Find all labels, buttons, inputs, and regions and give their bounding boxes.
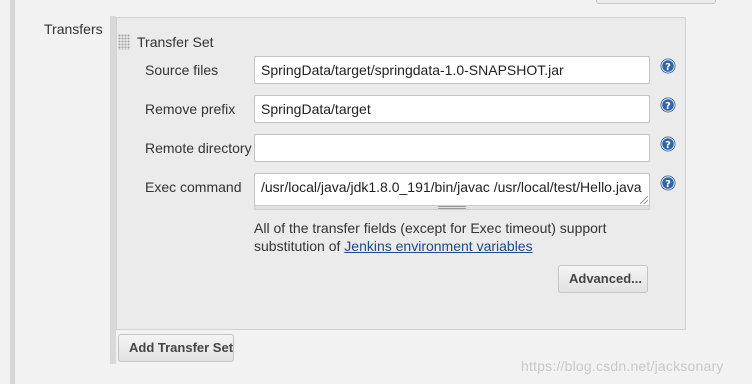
- svg-text:?: ?: [665, 101, 671, 112]
- transfer-fields-help-text: All of the transfer fields (except for E…: [254, 219, 624, 255]
- watermark-text: https://blog.csdn.net/jacksonary: [521, 358, 724, 374]
- transfers-section-label: Transfers: [44, 21, 103, 37]
- jenkins-env-vars-link[interactable]: Jenkins environment variables: [344, 238, 532, 254]
- left-edge-bar: [10, 0, 15, 384]
- previous-section-button-edge[interactable]: [596, 0, 716, 4]
- expand-grip-icon: [438, 206, 466, 209]
- transfer-set-title: Transfer Set: [137, 34, 214, 50]
- exec-command-label: Exec command: [145, 179, 242, 195]
- help-text-line2: substitution of Jenkins environment vari…: [254, 237, 624, 255]
- remote-directory-input[interactable]: [254, 134, 650, 162]
- help-icon[interactable]: ?: [660, 58, 676, 74]
- remove-prefix-value: SpringData/target: [261, 101, 371, 117]
- svg-text:?: ?: [665, 62, 671, 73]
- remove-prefix-input[interactable]: SpringData/target: [254, 95, 650, 123]
- drag-handle-icon[interactable]: [118, 34, 130, 50]
- help-icon[interactable]: ?: [660, 175, 676, 191]
- textarea-resize-corner[interactable]: [640, 196, 648, 204]
- add-transfer-set-button[interactable]: Add Transfer Set: [118, 334, 234, 362]
- svg-text:?: ?: [665, 140, 671, 151]
- exec-command-value: /usr/local/java/jdk1.8.0_191/bin/javac /…: [261, 179, 642, 195]
- help-text-prefix: substitution of: [254, 238, 345, 254]
- remove-prefix-label: Remove prefix: [145, 101, 236, 117]
- advanced-button[interactable]: Advanced...: [558, 265, 648, 293]
- source-files-value: SpringData/target/springdata-1.0-SNAPSHO…: [261, 62, 564, 78]
- exec-command-textarea[interactable]: /usr/local/java/jdk1.8.0_191/bin/javac /…: [254, 173, 650, 206]
- help-text-line1: All of the transfer fields (except for E…: [254, 220, 607, 236]
- help-icon[interactable]: ?: [660, 97, 676, 113]
- source-files-input[interactable]: SpringData/target/springdata-1.0-SNAPSHO…: [254, 56, 650, 84]
- svg-text:?: ?: [665, 179, 671, 190]
- help-icon[interactable]: ?: [660, 136, 676, 152]
- source-files-label: Source files: [145, 62, 219, 78]
- remote-directory-label: Remote directory: [145, 140, 252, 156]
